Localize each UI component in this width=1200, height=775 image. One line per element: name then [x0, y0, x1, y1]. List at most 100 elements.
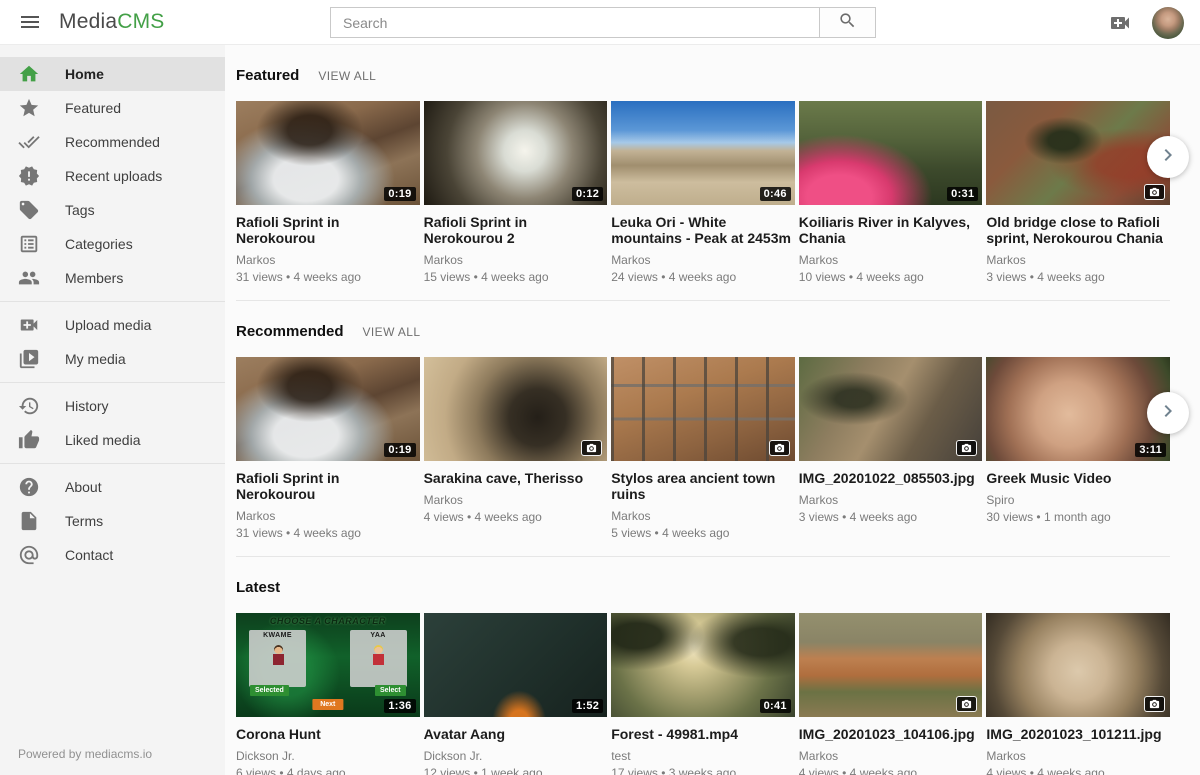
media-thumbnail[interactable]: 1:52 — [424, 613, 608, 717]
sidebar-item-contact[interactable]: Contact — [0, 538, 225, 572]
media-uploader[interactable]: Markos — [424, 493, 608, 507]
sidebar-item-categories[interactable]: Categories — [0, 227, 225, 261]
cards-row: 0:19Rafioli Sprint in NerokourouMarkos31… — [236, 357, 1170, 540]
media-thumbnail[interactable]: 0:19 — [236, 357, 420, 461]
media-uploader[interactable]: Markos — [799, 749, 983, 763]
media-uploader[interactable]: Dickson Jr. — [424, 749, 608, 763]
media-uploader[interactable]: Markos — [986, 749, 1170, 763]
carousel-next-button[interactable] — [1147, 392, 1189, 434]
sidebar-item-my-media[interactable]: My media — [0, 342, 225, 376]
sidebar-item-home[interactable]: Home — [0, 57, 225, 91]
sidebar-item-recent-uploads[interactable]: Recent uploads — [0, 159, 225, 193]
media-title[interactable]: IMG_20201023_104106.jpg — [799, 726, 983, 742]
media-thumbnail[interactable] — [799, 613, 983, 717]
media-card[interactable]: Stylos area ancient town ruinsMarkos5 vi… — [611, 357, 795, 540]
media-uploader[interactable]: Markos — [611, 253, 795, 267]
media-uploader[interactable]: Markos — [611, 509, 795, 523]
logo[interactable]: MediaCMS — [59, 10, 164, 34]
done-all-icon — [18, 131, 40, 153]
media-title[interactable]: Sarakina cave, Therisso — [424, 470, 608, 486]
sidebar: Home Featured RecommendedRecent uploadsTag… — [0, 45, 225, 775]
media-meta: 3 views • 4 weeks ago — [799, 510, 983, 524]
media-title[interactable]: Stylos area ancient town ruins — [611, 470, 795, 502]
media-title[interactable]: Greek Music Video — [986, 470, 1170, 486]
media-title[interactable]: Old bridge close to Rafioli sprint, Nero… — [986, 214, 1170, 246]
media-thumbnail[interactable] — [424, 357, 608, 461]
media-thumbnail[interactable]: 0:19 — [236, 101, 420, 205]
media-uploader[interactable]: Markos — [986, 253, 1170, 267]
cards-row: CHOOSE A CHARACTERKWAMEYAASelectedNextSe… — [236, 613, 1170, 775]
media-card[interactable]: 0:12 Rafioli Sprint in Nerokourou 2 Markos… — [424, 101, 608, 284]
carousel-next-button[interactable] — [1147, 136, 1189, 178]
user-avatar[interactable] — [1152, 7, 1184, 39]
upload-video-icon[interactable] — [1108, 11, 1132, 35]
sidebar-item-about[interactable]: About — [0, 470, 225, 504]
at-email-icon — [18, 544, 40, 566]
media-card[interactable]: Old bridge close to Rafioli sprint, Nero… — [986, 101, 1170, 284]
media-title[interactable]: Koiliaris River in Kalyves, Chania — [799, 214, 983, 246]
media-card[interactable]: 0:41 Forest - 49981.mp4 test 17 views • 3 w… — [611, 613, 795, 775]
media-card[interactable]: 0:31 Koiliaris River in Kalyves, Chania Ma… — [799, 101, 983, 284]
sidebar-item-featured[interactable]: Featured — [0, 91, 225, 125]
media-title[interactable]: Corona Hunt — [236, 726, 420, 742]
menu-icon[interactable] — [18, 10, 42, 34]
search-input[interactable] — [330, 7, 820, 38]
sidebar-item-members[interactable]: Members — [0, 261, 225, 295]
sidebar-item-label: Upload media — [65, 317, 151, 333]
media-thumbnail[interactable]: 0:12 — [424, 101, 608, 205]
sidebar-item-liked-media[interactable]: Liked media — [0, 423, 225, 457]
media-title[interactable]: Rafioli Sprint in Nerokourou — [236, 470, 420, 502]
view-all-link[interactable]: VIEW ALL — [363, 325, 421, 339]
media-card[interactable]: 3:11Greek Music VideoSpiro30 views • 1 m… — [986, 357, 1170, 540]
sidebar-item-tags[interactable]: Tags — [0, 193, 225, 227]
media-uploader[interactable]: Markos — [799, 493, 983, 507]
media-card[interactable]: Sarakina cave, TherissoMarkos4 views • 4… — [424, 357, 608, 540]
media-thumbnail[interactable]: 0:41 — [611, 613, 795, 717]
video-library-icon — [18, 348, 40, 370]
sidebar-item-upload-media[interactable]: Upload media — [0, 308, 225, 342]
media-uploader[interactable]: Markos — [799, 253, 983, 267]
view-all-link[interactable]: VIEW ALL — [318, 69, 376, 83]
media-title[interactable]: Avatar Aang — [424, 726, 608, 742]
media-title[interactable]: Rafioli Sprint in Nerokourou — [236, 214, 420, 246]
media-card[interactable]: IMG_20201023_101211.jpgMarkos4 views • 4… — [986, 613, 1170, 775]
media-title[interactable]: IMG_20201023_101211.jpg — [986, 726, 1170, 742]
media-thumbnail[interactable]: 0:46 — [611, 101, 795, 205]
media-thumbnail[interactable] — [986, 613, 1170, 717]
media-thumbnail[interactable]: 3:11 — [986, 357, 1170, 461]
media-card[interactable]: 0:46 Leuka Ori - White mountains - Peak a… — [611, 101, 795, 284]
sidebar-item-recommended[interactable]: Recommended — [0, 125, 225, 159]
media-title[interactable]: Leuka Ori - White mountains - Peak at 24… — [611, 214, 795, 246]
media-title[interactable]: Forest - 49981.mp4 — [611, 726, 795, 742]
search-button[interactable] — [820, 7, 876, 38]
media-card[interactable]: IMG_20201023_104106.jpgMarkos4 views • 4… — [799, 613, 983, 775]
section-title: Recommended — [236, 323, 344, 340]
media-thumbnail[interactable] — [799, 357, 983, 461]
media-card[interactable]: IMG_20201022_085503.jpg Markos 3 views • 4… — [799, 357, 983, 540]
media-thumbnail[interactable] — [611, 357, 795, 461]
media-uploader[interactable]: Spiro — [986, 493, 1170, 507]
sidebar-item-label: Featured — [65, 100, 121, 116]
media-uploader[interactable]: Markos — [236, 253, 420, 267]
media-title[interactable]: IMG_20201022_085503.jpg — [799, 470, 983, 486]
media-card[interactable]: 0:19Rafioli Sprint in NerokourouMarkos31… — [236, 101, 420, 284]
media-card[interactable]: CHOOSE A CHARACTERKWAMEYAASelectedNextSe… — [236, 613, 420, 775]
media-uploader[interactable]: Markos — [236, 509, 420, 523]
media-uploader[interactable]: Markos — [424, 253, 608, 267]
sidebar-item-terms[interactable]: Terms — [0, 504, 225, 538]
media-thumbnail[interactable]: 0:31 — [799, 101, 983, 205]
media-title[interactable]: Rafioli Sprint in Nerokourou 2 — [424, 214, 608, 246]
media-thumbnail[interactable] — [986, 101, 1170, 205]
media-card[interactable]: 0:19Rafioli Sprint in NerokourouMarkos31… — [236, 357, 420, 540]
media-card[interactable]: 1:52Avatar AangDickson Jr.12 views • 1 w… — [424, 613, 608, 775]
sidebar-item-history[interactable]: History — [0, 389, 225, 423]
media-uploader[interactable]: test — [611, 749, 795, 763]
sidebar-group: Upload media My media — [0, 301, 225, 382]
sidebar-item-label: About — [65, 479, 102, 495]
star-icon — [18, 97, 40, 119]
media-meta: 17 views • 3 weeks ago — [611, 766, 795, 775]
duration-badge: 0:46 — [760, 187, 791, 201]
section-header: Recommended VIEW ALL — [236, 323, 1170, 340]
media-thumbnail[interactable]: CHOOSE A CHARACTERKWAMEYAASelectedNextSe… — [236, 613, 420, 717]
media-uploader[interactable]: Dickson Jr. — [236, 749, 420, 763]
